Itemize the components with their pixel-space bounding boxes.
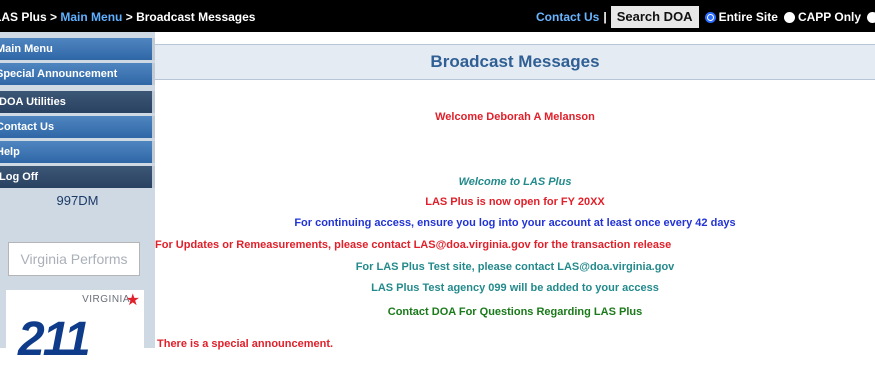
breadcrumb-separator: > — [125, 10, 133, 24]
broadcast-message: Welcome to LAS Plus — [458, 176, 572, 188]
search-doa-button[interactable]: Search DOA — [610, 6, 699, 28]
sidebar: Main Menu Special Announcement DOA Utili… — [0, 32, 155, 380]
sidebar-item-main-menu[interactable]: Main Menu — [0, 38, 155, 60]
broadcast-message: LAS Plus is now open for FY 20XX — [425, 196, 605, 208]
page-title: Broadcast Messages — [155, 44, 875, 80]
radio-capp-only-label: CAPP Only — [797, 10, 862, 24]
virginia-performs-logo[interactable]: Virginia Performs — [8, 242, 140, 276]
contact-us-link[interactable]: Contact Us — [536, 10, 599, 24]
radio-entire-site[interactable] — [704, 11, 716, 23]
breadcrumb-separator: > — [50, 10, 58, 24]
main-content: Broadcast Messages Welcome Deborah A Mel… — [155, 32, 875, 350]
broadcast-message: For continuing access, ensure you log in… — [294, 217, 736, 229]
sidebar-item-doa-utilities[interactable]: DOA Utilities — [0, 91, 155, 113]
breadcrumb-current: Broadcast Messages — [136, 10, 256, 24]
top-bar: LAS Plus > Main Menu > Broadcast Message… — [0, 0, 875, 32]
sidebar-item-label: Log Off — [0, 171, 39, 183]
breadcrumb-main-menu[interactable]: Main Menu — [60, 10, 122, 24]
sidebar-item-label: DOA Utilities — [0, 96, 66, 108]
virginia-label: VIRGINIA — [82, 294, 130, 305]
sidebar-item-label: Contact Us — [0, 121, 55, 133]
sidebar-item-special-announcement[interactable]: Special Announcement — [0, 63, 155, 85]
radio-entire-site-label: Entire Site — [718, 10, 778, 24]
radio-capp-only[interactable] — [783, 11, 795, 23]
broadcast-message: Contact DOA For Questions Regarding LAS … — [387, 306, 643, 318]
breadcrumb-las-plus[interactable]: LAS Plus — [0, 10, 47, 24]
agency-code: 997DM — [0, 185, 155, 211]
divider: | — [603, 10, 607, 24]
breadcrumb: LAS Plus > Main Menu > Broadcast Message… — [0, 10, 255, 24]
sidebar-item-help[interactable]: Help — [0, 141, 155, 163]
sidebar-item-log-off[interactable]: Log Off — [0, 166, 155, 188]
number-211: 211 — [18, 313, 91, 366]
top-right-controls: Contact Us | Search DOA Entire Site CAPP… — [536, 6, 875, 28]
broadcast-message: For LAS Plus Test site, please contact L… — [355, 261, 675, 273]
welcome-user: Welcome Deborah A Melanson — [435, 111, 595, 123]
virginia-211-logo[interactable]: VIRGINIA ★ 211 — [6, 290, 144, 380]
sidebar-item-label: Special Announcement — [0, 68, 118, 80]
sidebar-item-label: Main Menu — [0, 43, 53, 55]
sidebar-item-contact-us[interactable]: Contact Us — [0, 116, 155, 138]
sidebar-item-label: Help — [0, 146, 20, 158]
broadcast-message-text: For Updates or Remeasurements, please co… — [155, 239, 672, 251]
star-icon: ★ — [125, 292, 140, 309]
broadcast-message: LAS Plus Test agency 099 will be added t… — [371, 282, 659, 294]
radio-extra[interactable] — [867, 11, 875, 23]
special-announcement-notice[interactable]: There is a special announcement. — [157, 338, 333, 350]
